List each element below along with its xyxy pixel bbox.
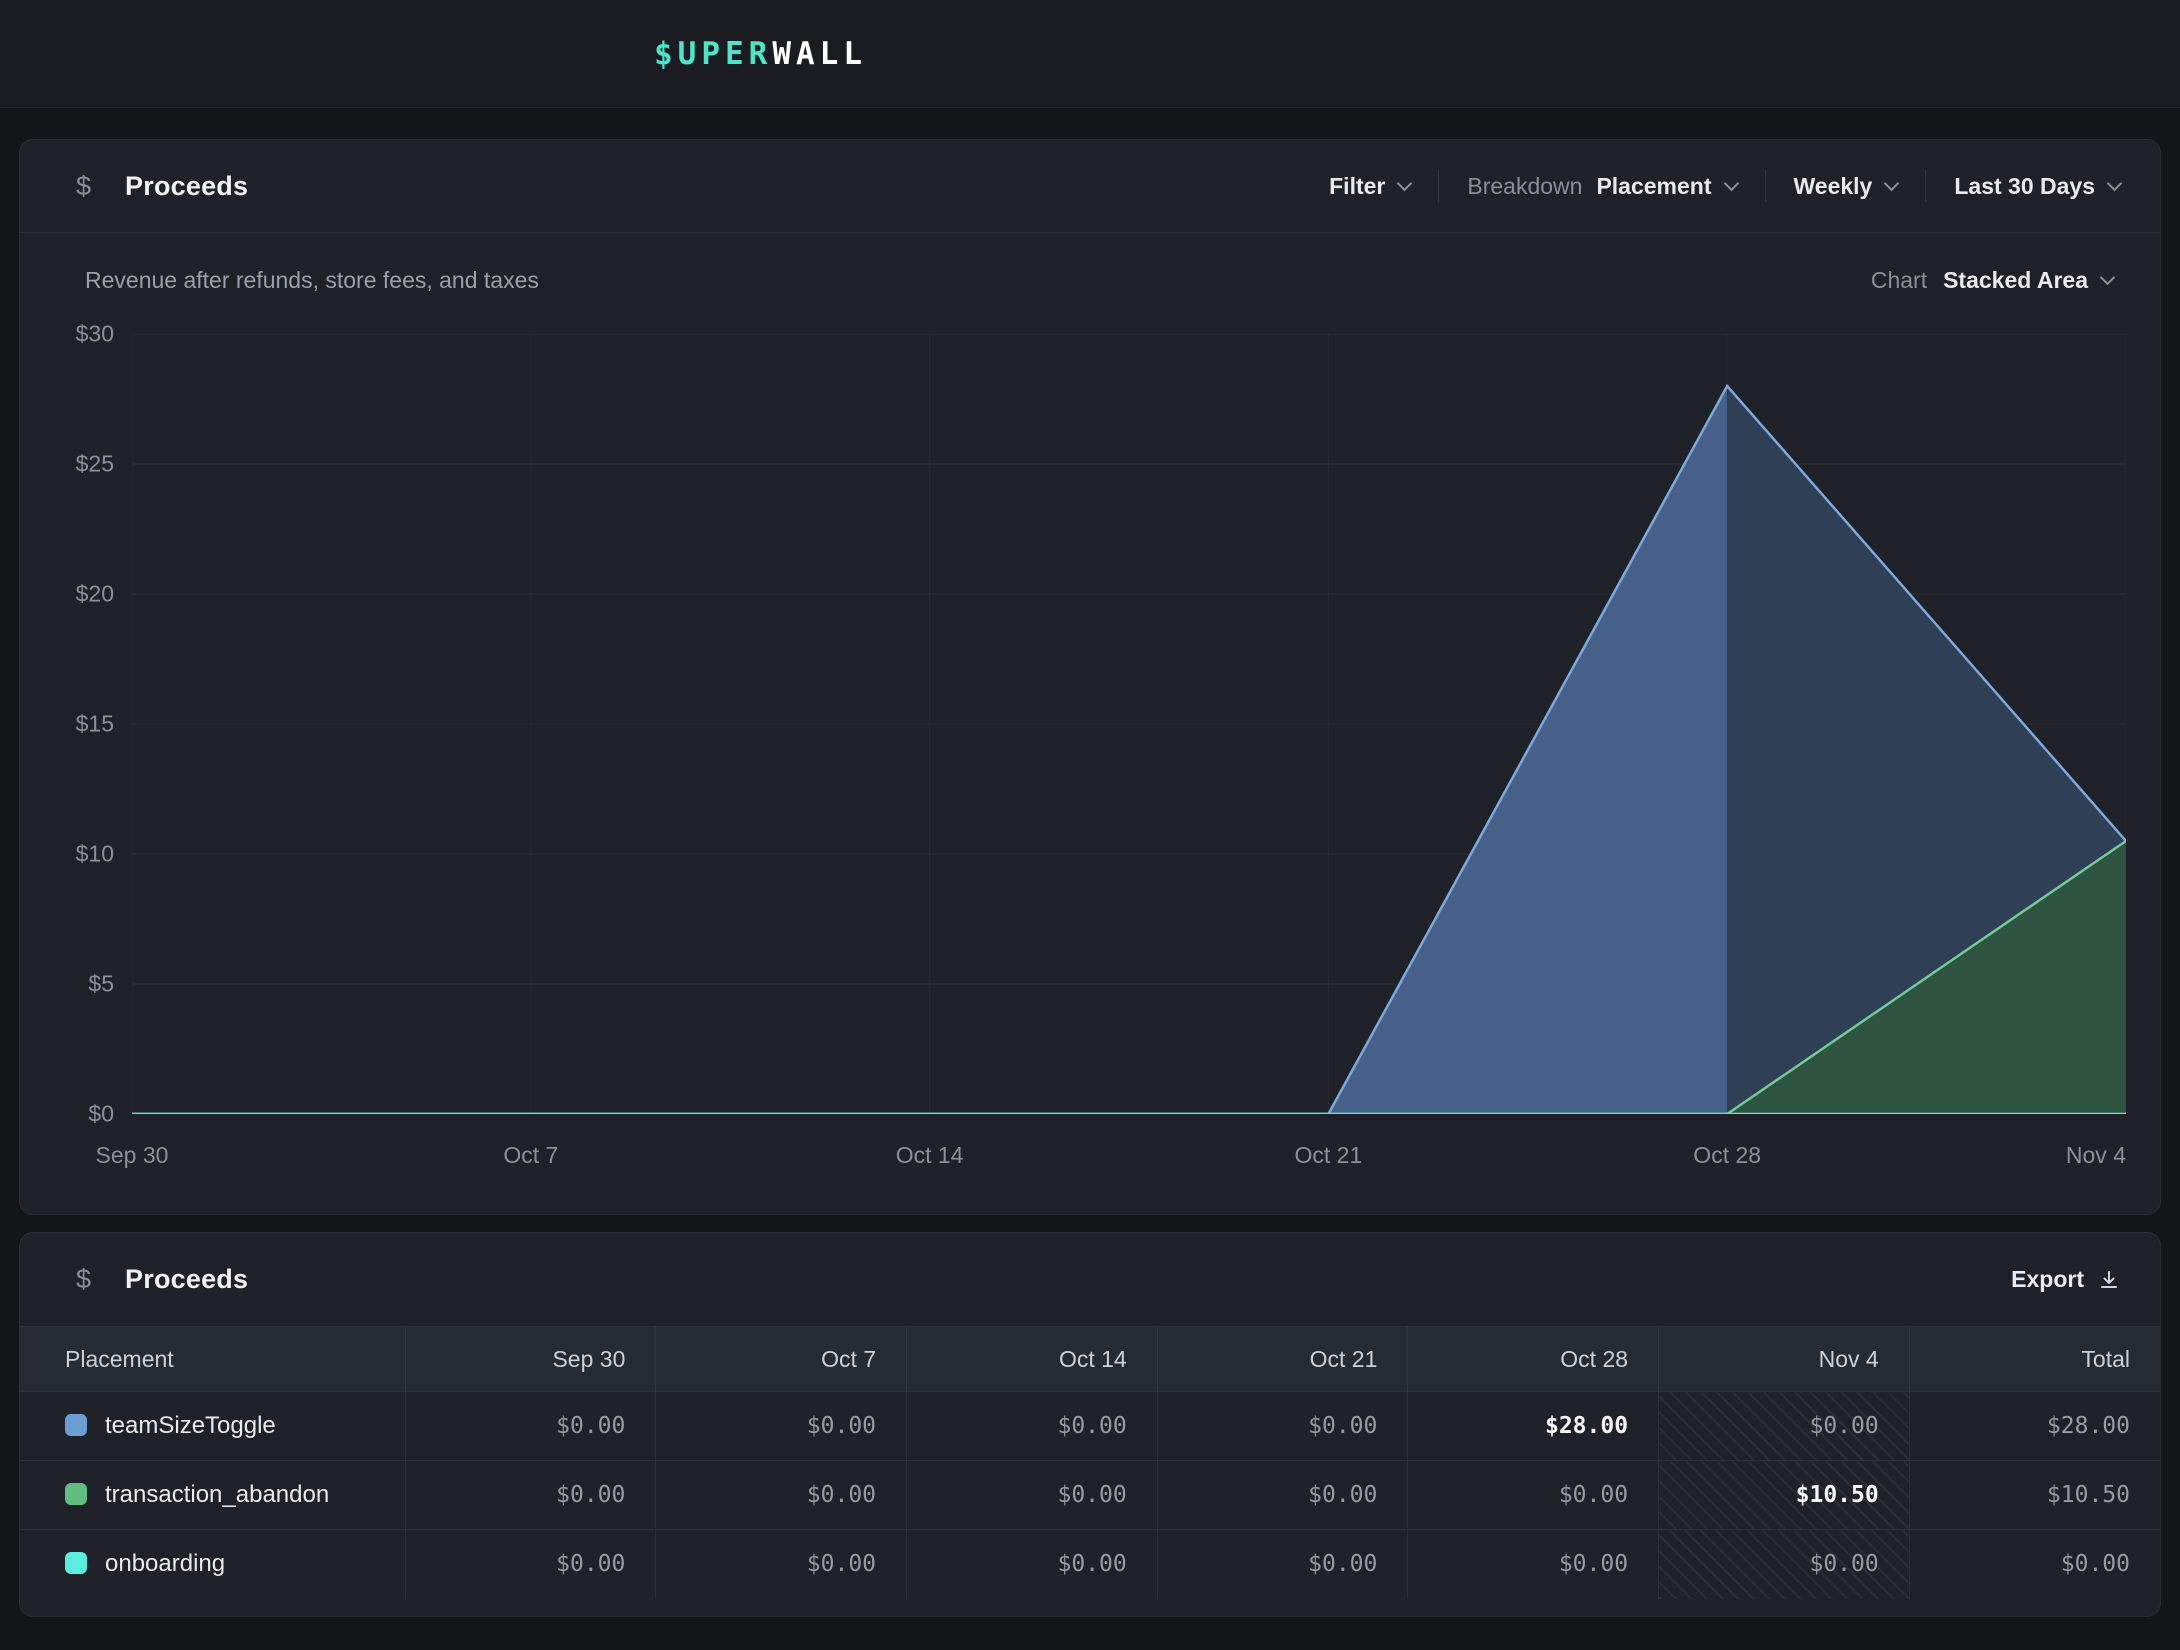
divider xyxy=(1765,170,1766,202)
chevron-down-icon xyxy=(1397,175,1413,191)
logo-rest: WALL xyxy=(772,36,867,72)
value-cell: $10.50 xyxy=(1909,1461,2160,1530)
date-range-dropdown[interactable]: Last 30 Days xyxy=(1954,173,2120,200)
value-cell: $28.00 xyxy=(1408,1392,1659,1461)
value-cell: $0.00 xyxy=(907,1392,1158,1461)
chevron-down-icon xyxy=(1723,175,1739,191)
placement-cell[interactable]: onboarding xyxy=(20,1530,405,1599)
value-cell: $0.00 xyxy=(1659,1392,1910,1461)
table-row[interactable]: onboarding$0.00$0.00$0.00$0.00$0.00$0.00… xyxy=(20,1530,2160,1599)
y-tick-label: $0 xyxy=(88,1101,114,1128)
chart-type-label: Chart xyxy=(1871,267,1927,294)
x-tick-label: Sep 30 xyxy=(96,1142,169,1169)
x-tick-label: Oct 14 xyxy=(896,1142,964,1169)
interval-dropdown[interactable]: Weekly xyxy=(1794,173,1898,200)
chart-card-header: $ Proceeds Filter Breakdown Placement We… xyxy=(20,140,2160,233)
value-cell: $0.00 xyxy=(1408,1530,1659,1599)
stacked-area-chart[interactable] xyxy=(132,334,2126,1114)
value-cell: $0.00 xyxy=(656,1461,907,1530)
y-tick-label: $25 xyxy=(76,450,114,477)
value-cell: $0.00 xyxy=(656,1392,907,1461)
chart-type-value: Stacked Area xyxy=(1943,267,2088,294)
column-header: Oct 14 xyxy=(907,1327,1158,1392)
placement-cell[interactable]: teamSizeToggle xyxy=(20,1392,405,1461)
column-header: Oct 21 xyxy=(1157,1327,1408,1392)
column-header: Oct 28 xyxy=(1408,1327,1659,1392)
filter-dropdown[interactable]: Filter xyxy=(1329,173,1410,200)
breakdown-dropdown[interactable]: Breakdown Placement xyxy=(1467,173,1736,200)
value-cell: $0.00 xyxy=(405,1461,656,1530)
divider xyxy=(1438,170,1439,202)
topbar: $UPERWALL xyxy=(0,0,2180,108)
x-axis-labels: Sep 30Oct 7Oct 14Oct 21Oct 28Nov 4 xyxy=(132,1142,2126,1176)
value-cell: $0.00 xyxy=(907,1530,1158,1599)
filter-label: Filter xyxy=(1329,173,1385,200)
y-tick-label: $15 xyxy=(76,711,114,738)
value-cell: $0.00 xyxy=(1408,1461,1659,1530)
table-card-title: Proceeds xyxy=(125,1264,248,1295)
y-tick-label: $10 xyxy=(76,840,114,867)
proceeds-table: PlacementSep 30Oct 7Oct 14Oct 21Oct 28No… xyxy=(20,1326,2160,1599)
dollar-icon: $ xyxy=(76,1264,91,1295)
value-cell: $28.00 xyxy=(1909,1392,2160,1461)
value-cell: $0.00 xyxy=(1157,1530,1408,1599)
table-header-row: PlacementSep 30Oct 7Oct 14Oct 21Oct 28No… xyxy=(20,1327,2160,1392)
placement-name: teamSizeToggle xyxy=(105,1412,276,1439)
breakdown-value: Placement xyxy=(1596,173,1711,200)
value-cell: $0.00 xyxy=(656,1530,907,1599)
table-row[interactable]: teamSizeToggle$0.00$0.00$0.00$0.00$28.00… xyxy=(20,1392,2160,1461)
value-cell: $0.00 xyxy=(1909,1530,2160,1599)
y-tick-label: $30 xyxy=(76,321,114,348)
chart-subtitle: Revenue after refunds, store fees, and t… xyxy=(85,267,539,294)
value-cell: $0.00 xyxy=(1157,1461,1408,1530)
value-cell: $0.00 xyxy=(1659,1530,1910,1599)
placement-name: transaction_abandon xyxy=(105,1481,329,1508)
value-cell: $0.00 xyxy=(907,1461,1158,1530)
date-range-value: Last 30 Days xyxy=(1954,173,2095,200)
export-button[interactable]: Export xyxy=(2011,1266,2120,1293)
x-tick-label: Oct 7 xyxy=(503,1142,558,1169)
x-tick-label: Oct 28 xyxy=(1693,1142,1761,1169)
value-cell: $10.50 xyxy=(1659,1461,1910,1530)
series-swatch-icon xyxy=(65,1414,87,1436)
breakdown-label: Breakdown xyxy=(1467,173,1582,200)
chart-subheader: Revenue after refunds, store fees, and t… xyxy=(20,233,2160,294)
chart-type-dropdown[interactable]: Chart Stacked Area xyxy=(1871,267,2113,294)
proceeds-table-card: $ Proceeds Export PlacementSep 30Oct 7Oc… xyxy=(19,1232,2161,1617)
value-cell: $0.00 xyxy=(1157,1392,1408,1461)
divider xyxy=(1925,170,1926,202)
export-label: Export xyxy=(2011,1266,2084,1293)
y-tick-label: $20 xyxy=(76,580,114,607)
proceeds-chart-card: $ Proceeds Filter Breakdown Placement We… xyxy=(19,139,2161,1215)
column-header: Sep 30 xyxy=(405,1327,656,1392)
x-tick-label: Nov 4 xyxy=(2066,1142,2126,1169)
table-row[interactable]: transaction_abandon$0.00$0.00$0.00$0.00$… xyxy=(20,1461,2160,1530)
chart-controls: Filter Breakdown Placement Weekly Last 3… xyxy=(1329,170,2120,202)
column-header: Placement xyxy=(20,1327,405,1392)
value-cell: $0.00 xyxy=(405,1530,656,1599)
chart-plot-area: $0$5$10$15$20$25$30 xyxy=(132,334,2126,1114)
interval-value: Weekly xyxy=(1794,173,1873,200)
dollar-icon: $ xyxy=(76,171,91,202)
placement-cell[interactable]: transaction_abandon xyxy=(20,1461,405,1530)
chart-card-title: Proceeds xyxy=(125,171,248,202)
table-card-header: $ Proceeds Export xyxy=(20,1233,2160,1326)
column-header: Nov 4 xyxy=(1659,1327,1910,1392)
x-tick-label: Oct 21 xyxy=(1295,1142,1363,1169)
series-swatch-icon xyxy=(65,1552,87,1574)
y-tick-label: $5 xyxy=(88,971,114,998)
value-cell: $0.00 xyxy=(405,1392,656,1461)
placement-name: onboarding xyxy=(105,1550,225,1577)
column-header: Oct 7 xyxy=(656,1327,907,1392)
series-swatch-icon xyxy=(65,1483,87,1505)
logo-accent: $UPER xyxy=(654,36,772,72)
superwall-logo: $UPERWALL xyxy=(654,36,867,72)
chevron-down-icon xyxy=(2100,270,2116,286)
chevron-down-icon xyxy=(2107,175,2123,191)
download-icon xyxy=(2098,1269,2120,1291)
column-header: Total xyxy=(1909,1327,2160,1392)
chevron-down-icon xyxy=(1884,175,1900,191)
